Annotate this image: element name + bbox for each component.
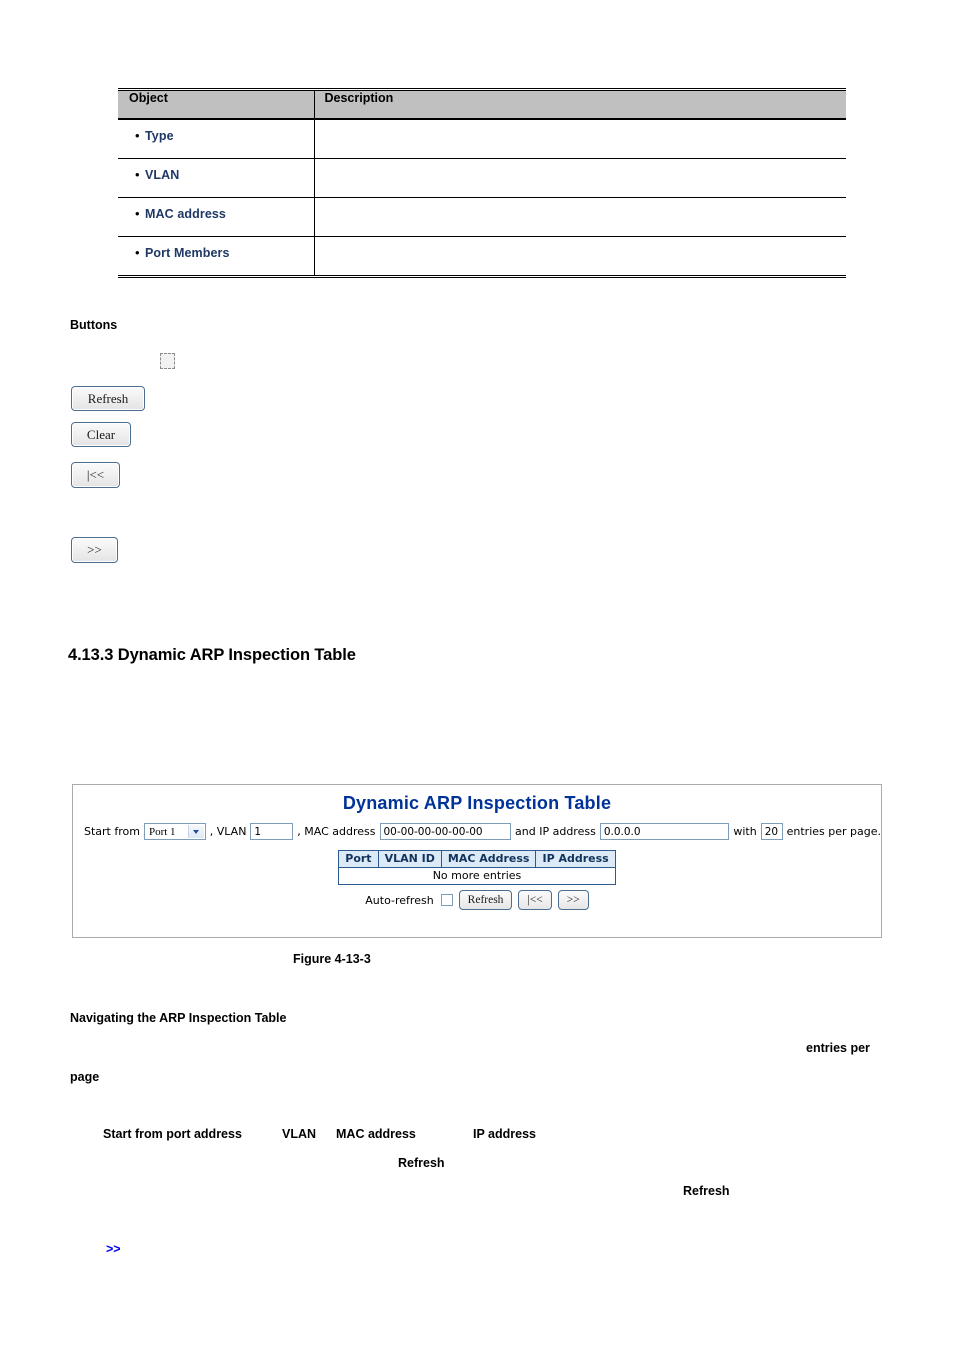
next-page-link[interactable]: >> [106,1242,121,1256]
table-row: • VLAN [118,158,846,198]
text-mac-address: MAC address [336,1127,416,1141]
chevron-down-icon[interactable] [187,825,204,838]
arp-entries-table: Port VLAN ID MAC Address IP Address No m… [338,850,616,885]
bullet-icon: • [135,245,140,260]
navigating-heading: Navigating the ARP Inspection Table [70,1011,287,1025]
object-cell: • Port Members [118,236,315,278]
arp-table-header-row: Port VLAN ID MAC Address IP Address [338,850,616,868]
arp-column-mac-address: MAC Address [441,850,537,868]
dynamic-arp-inspection-panel: Dynamic ARP Inspection Table Start from … [72,784,882,938]
bullet-icon: • [135,206,140,221]
description-cell [314,119,846,159]
table-row: • Type [118,119,846,159]
text-refresh-first: Refresh [398,1156,445,1170]
bullet-icon: • [135,167,140,182]
port-select-value: Port 1 [148,825,176,838]
panel-action-bar: Auto-refresh Refresh |<< >> [73,890,881,910]
description-cell [314,158,846,198]
description-cell [314,197,846,237]
column-header-description: Description [314,89,846,120]
text-page: page [70,1070,100,1084]
object-cell: • MAC address [118,197,315,237]
object-label-mac-address: MAC address [145,207,226,221]
mac-address-label: , MAC address [297,825,376,838]
entries-per-page-input[interactable]: 20 [760,823,783,840]
text-entries-per: entries per [806,1041,870,1055]
table-header-row: Object Description [118,89,846,120]
buttons-section-heading: Buttons [70,318,118,332]
text-vlan: VLAN [282,1127,317,1141]
next-page-button[interactable]: >> [71,537,118,563]
panel-next-page-button[interactable]: >> [557,890,589,910]
object-cell: • VLAN [118,158,315,198]
start-from-label: Start from [84,825,140,838]
table-row: • Port Members [118,236,846,278]
checkbox-sample-icon[interactable] [160,353,175,369]
vlan-input[interactable]: 1 [250,823,294,840]
object-label-type: Type [145,129,174,143]
arp-table-empty-row: No more entries [338,867,616,885]
clear-button[interactable]: Clear [71,422,131,447]
object-cell: • Type [118,119,315,159]
object-description-table: Object Description • Type • VLAN • MAC a… [118,88,846,278]
port-select[interactable]: Port 1 [143,823,206,840]
arp-column-vlan-id: VLAN ID [378,850,442,868]
ip-address-input[interactable]: 0.0.0.0 [599,823,730,840]
object-label-port-members: Port Members [145,246,230,260]
filter-toolbar: Start from Port 1 , VLAN 1 , MAC address… [73,823,881,840]
refresh-button[interactable]: Refresh [71,386,145,411]
text-start-from-port-address: Start from port address [103,1127,242,1141]
arp-column-port: Port [338,850,379,868]
auto-refresh-label: Auto-refresh [365,893,434,907]
with-label: with [733,825,757,838]
page-title: 4.13.3 Dynamic ARP Inspection Table [68,646,356,664]
mac-address-input[interactable]: 00-00-00-00-00-00 [379,823,512,840]
text-ip-address: IP address [473,1127,537,1141]
vlan-label: , VLAN [209,825,247,838]
figure-caption: Figure 4-13-3 [293,952,371,966]
first-page-button[interactable]: |<< [71,462,120,488]
table-row: • MAC address [118,197,846,237]
arp-column-ip-address: IP Address [535,850,616,868]
object-label-vlan: VLAN [145,168,180,182]
no-more-entries-message: No more entries [338,867,616,885]
ip-address-label: and IP address [515,825,596,838]
entries-per-page-suffix: entries per page. [786,825,881,838]
bullet-icon: • [135,128,140,143]
text-refresh-second: Refresh [683,1184,730,1198]
column-header-object: Object [118,89,315,120]
description-cell [314,236,846,278]
auto-refresh-checkbox[interactable] [440,894,453,906]
panel-refresh-button[interactable]: Refresh [458,890,513,910]
panel-title: Dynamic ARP Inspection Table [342,793,612,813]
panel-first-page-button[interactable]: |<< [518,890,552,910]
